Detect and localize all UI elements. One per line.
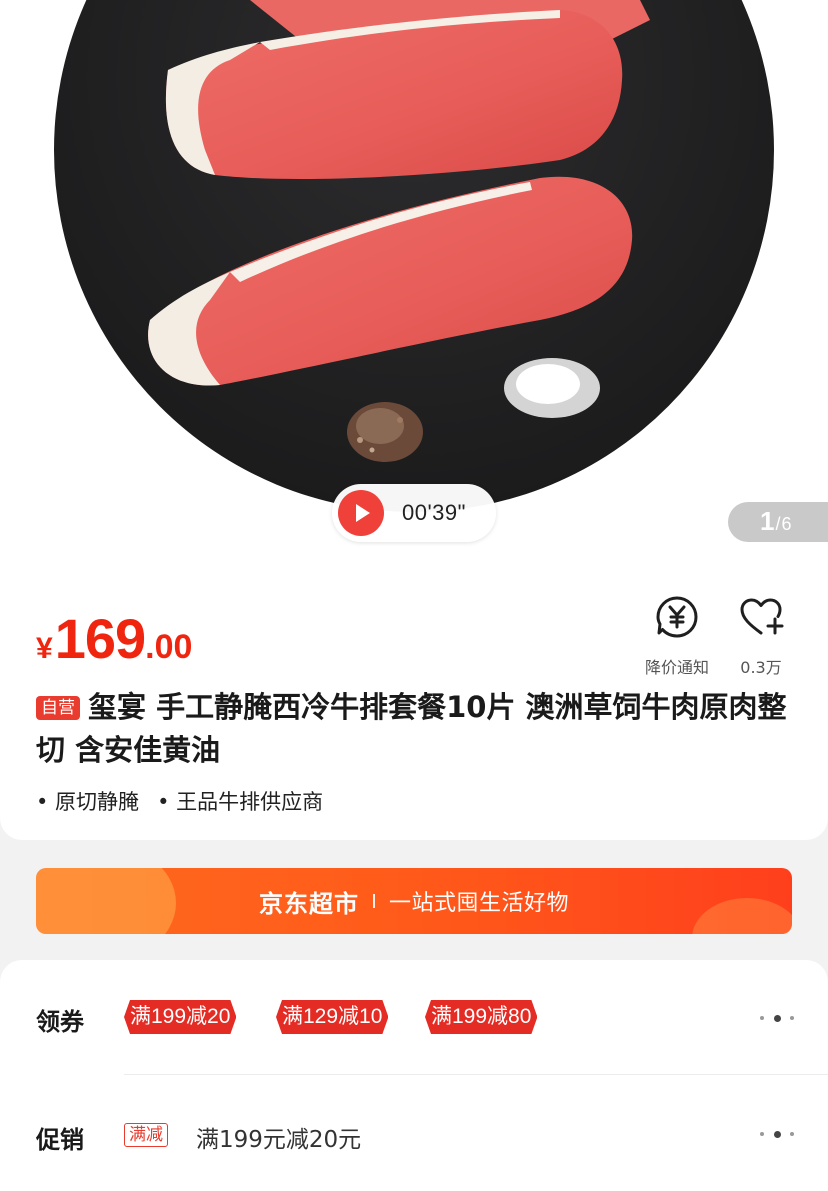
video-duration: 00'39" xyxy=(402,500,466,525)
video-play-pill[interactable]: 00'39" xyxy=(332,484,496,542)
self-operated-badge: 自营 xyxy=(36,696,80,720)
price-decimal: .00 xyxy=(145,628,193,666)
row-divider xyxy=(124,1074,828,1075)
promotion-row-label: 促销 xyxy=(36,1126,84,1154)
yen-bell-icon xyxy=(656,596,698,638)
product-detail-page: 00'39" 1 / 6 ¥ 169 .00 降价通知 0.3万 自营 玺宴 手… xyxy=(0,0,828,1191)
banner-brand: 京东超市 xyxy=(258,889,359,918)
favorite-button[interactable]: 0.3万 xyxy=(716,594,806,678)
page-separator: / xyxy=(775,514,781,534)
product-tag: • 王品牛排供应商 xyxy=(157,790,324,814)
favorite-count: 0.3万 xyxy=(740,658,782,677)
coupon-item[interactable]: 满129减10 xyxy=(276,1000,388,1034)
coupon-item[interactable]: 满199减80 xyxy=(425,1000,537,1034)
promotion-more-icon[interactable] xyxy=(760,1129,794,1139)
total-images: 6 xyxy=(781,514,792,534)
price-integer: 169 xyxy=(54,607,146,670)
product-info-card: ¥ 169 .00 降价通知 0.3万 自营 玺宴 手工静腌西冷牛排套餐10片 澳… xyxy=(0,578,828,840)
banner-decoration xyxy=(36,868,176,934)
coupon-promo-card: 领券 满199减20 满129减10 满199减80 促销 满减 满199元减2… xyxy=(0,960,828,1191)
coupon-more-icon[interactable] xyxy=(760,1013,794,1023)
price-drop-notify-button[interactable]: 降价通知 xyxy=(632,594,722,678)
image-page-indicator: 1 / 6 xyxy=(728,502,828,542)
product-image-carousel[interactable]: 00'39" 1 / 6 xyxy=(0,0,828,578)
promotion-badge: 满减 xyxy=(124,1123,168,1147)
play-icon[interactable] xyxy=(338,490,384,536)
banner-divider xyxy=(372,894,375,908)
coupon-row-label: 领券 xyxy=(36,1008,84,1036)
banner-slogan: 一站式囤生活好物 xyxy=(388,891,569,916)
banner-decoration xyxy=(692,898,792,934)
product-tags: • 原切静腌 • 王品牛排供应商 xyxy=(36,786,341,816)
jd-supermarket-banner[interactable]: 京东超市 一站式囤生活好物 xyxy=(36,868,792,934)
product-tag: • 原切静腌 xyxy=(36,790,140,814)
current-image-index: 1 xyxy=(760,506,775,536)
product-title: 自营 玺宴 手工静腌西冷牛排套餐10片 澳洲草饲牛肉原肉整切 含安佳黄油 xyxy=(36,686,796,772)
product-price: ¥ 169 .00 xyxy=(36,606,192,671)
price-currency: ¥ xyxy=(36,632,53,665)
product-title-text: 玺宴 手工静腌西冷牛排套餐10片 澳洲草饲牛肉原肉整切 含安佳黄油 xyxy=(36,690,787,767)
heart-plus-icon xyxy=(740,598,784,635)
coupon-item[interactable]: 满199减20 xyxy=(124,1000,236,1034)
promotion-text: 满199元减20元 xyxy=(196,1127,362,1153)
price-drop-notify-label: 降价通知 xyxy=(644,658,709,677)
